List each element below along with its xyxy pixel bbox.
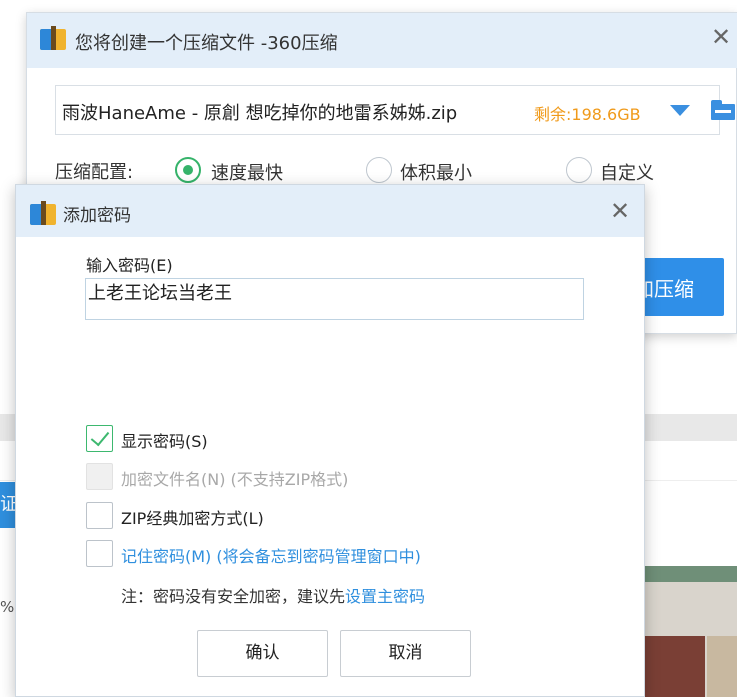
cancel-button[interactable]: 取消 xyxy=(340,630,471,677)
close-icon[interactable]: ✕ xyxy=(711,25,731,49)
compress-config-label: 压缩配置: xyxy=(55,162,134,183)
security-note-text: 注：密码没有安全加密，建议先 xyxy=(121,587,346,606)
remember-password-checkbox[interactable] xyxy=(86,540,113,567)
add-password-dialog: 添加密码 ✕ 输入密码(E) 显示密码(S) 加密文件名(N) (不支持ZIP格… xyxy=(15,184,645,697)
360zip-app-icon xyxy=(30,201,56,225)
zip-classic-label[interactable]: ZIP经典加密方式(L) xyxy=(121,505,264,529)
radio-smallest[interactable] xyxy=(366,157,392,183)
radio-fastest-label[interactable]: 速度最快 xyxy=(211,159,283,185)
password-input[interactable] xyxy=(85,278,584,320)
confirm-button[interactable]: 确认 xyxy=(197,630,328,677)
archive-path-text: 雨波HaneAme - 原創 想吃掉你的地雷系姊姊.zip xyxy=(62,103,458,124)
encrypt-filenames-checkbox xyxy=(86,463,113,490)
radio-smallest-label[interactable]: 体积最小 xyxy=(400,159,472,185)
radio-custom[interactable] xyxy=(566,157,592,183)
background-photo xyxy=(645,566,737,697)
encrypt-filenames-label: 加密文件名(N) (不支持ZIP格式) xyxy=(121,470,349,489)
password-label: 输入密码(E) xyxy=(86,256,173,275)
security-note: 注：密码没有安全加密，建议先设置主密码 xyxy=(121,583,425,607)
add-password-title: 添加密码 xyxy=(63,206,131,226)
zip-classic-checkbox[interactable] xyxy=(86,502,113,529)
close-icon[interactable]: ✕ xyxy=(610,199,630,223)
free-space-label: 剩余:198.6GB xyxy=(534,105,641,124)
360zip-app-icon xyxy=(40,26,66,50)
background-blue-chip: 证 xyxy=(0,482,16,528)
browse-folder-icon[interactable] xyxy=(711,100,735,120)
remember-password-label[interactable]: 记住密码(M) (将会备忘到密码管理窗口中) xyxy=(121,543,421,567)
show-password-label[interactable]: 显示密码(S) xyxy=(121,428,208,452)
compress-window-titlebar: 您将创建一个压缩文件 -360压缩 ✕ xyxy=(27,13,737,68)
set-master-password-link[interactable]: 设置主密码 xyxy=(345,587,425,606)
radio-custom-label[interactable]: 自定义 xyxy=(600,159,654,185)
add-password-titlebar: 添加密码 ✕ xyxy=(16,185,644,237)
show-password-checkbox[interactable] xyxy=(86,425,113,452)
compress-window-title: 您将创建一个压缩文件 -360压缩 xyxy=(75,33,338,54)
archive-path-field[interactable]: 雨波HaneAme - 原創 想吃掉你的地雷系姊姊.zip 剩余:198.6GB xyxy=(55,85,735,135)
path-dropdown-icon[interactable] xyxy=(670,105,690,116)
radio-fastest[interactable] xyxy=(175,157,201,183)
